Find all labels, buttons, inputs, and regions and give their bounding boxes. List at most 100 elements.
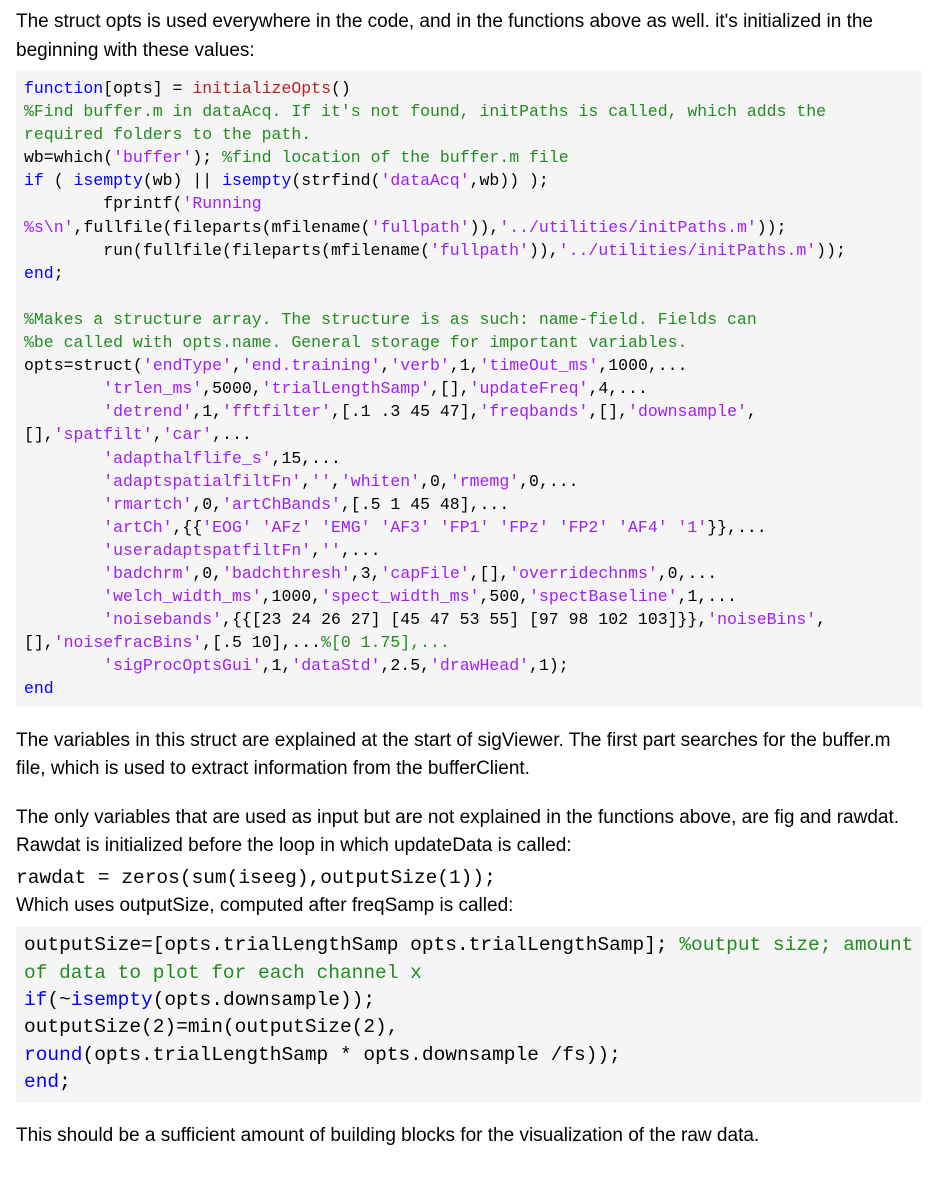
code-token: }},...	[707, 518, 766, 537]
code-token: ,0,...	[658, 564, 717, 583]
code-token: end	[24, 1071, 59, 1093]
code-token: 'rmartch'	[103, 495, 192, 514]
code-token: ,1,...	[678, 587, 737, 606]
code-token: 'updateFreq'	[470, 379, 589, 398]
code-token: isempty	[222, 171, 291, 190]
code-token: run(fullfile(fileparts(mfilename(	[24, 241, 430, 260]
code-token: ,0,...	[519, 472, 578, 491]
code-token: ));	[816, 241, 846, 260]
code-token: ,0,	[192, 564, 222, 583]
code-token: ,fullfile(fileparts(mfilename(	[74, 218, 371, 237]
code-token: '../utilities/initPaths.m'	[559, 241, 816, 260]
code-token: 'verb'	[390, 356, 449, 375]
code-token: 'detrend'	[103, 402, 192, 421]
code-token	[24, 472, 103, 491]
code-token: opts=struct(	[24, 356, 143, 375]
code-token: 'noisebands'	[103, 610, 222, 629]
code-token: 'spect_width_ms'	[321, 587, 479, 606]
code-token: ,2.5,	[381, 656, 431, 675]
code-token: ,3,	[351, 564, 381, 583]
code-token: (wb) ||	[143, 171, 222, 190]
code-comment: %Makes a structure array. The structure …	[24, 310, 757, 329]
code-token: 'capFile'	[381, 564, 470, 583]
code-token: '../utilities/initPaths.m'	[499, 218, 756, 237]
code-token: (~	[47, 989, 70, 1011]
code-token	[24, 449, 103, 468]
code-token: ,[],	[588, 402, 628, 421]
code-token: 'spatfilt'	[54, 425, 153, 444]
code-token: outputSize=[opts.trialLengthSamp opts.tr…	[24, 934, 679, 956]
code-token: ,4,...	[588, 379, 647, 398]
code-block-outputsize: outputSize=[opts.trialLengthSamp opts.tr…	[16, 926, 922, 1102]
code-token: ,1000,	[262, 587, 321, 606]
code-token: (opts.trialLengthSamp * opts.downsample …	[83, 1044, 621, 1066]
code-token: 'fullpath'	[430, 241, 529, 260]
code-token: (	[44, 171, 74, 190]
code-token: function	[24, 79, 103, 98]
code-token: 'dataStd'	[291, 656, 380, 675]
code-comment: %find location of the buffer.m file	[222, 148, 569, 167]
code-token: ));	[757, 218, 787, 237]
code-token: ,0,	[420, 472, 450, 491]
code-token: ,[.5 10],...	[202, 633, 321, 652]
code-token: ,{{[23 24 26 27] [45 47 53 55] [97 98 10…	[222, 610, 707, 629]
code-token: ,1);	[529, 656, 569, 675]
code-token: end	[24, 679, 54, 698]
code-token: )),	[529, 241, 559, 260]
code-token: 'adapthalflife_s'	[103, 449, 271, 468]
code-token: 'end.training'	[242, 356, 381, 375]
code-token: 'fullpath'	[371, 218, 470, 237]
code-token: round	[24, 1044, 83, 1066]
code-token: ''	[321, 541, 341, 560]
code-token: ,	[380, 356, 390, 375]
code-token: isempty	[74, 171, 143, 190]
code-token: ,[.1 .3 45 47],	[331, 402, 480, 421]
code-token: ,1,	[450, 356, 480, 375]
code-token	[24, 379, 103, 398]
code-token	[24, 402, 103, 421]
code-token: ,0,	[192, 495, 222, 514]
code-token: ,	[311, 541, 321, 560]
code-token	[24, 656, 103, 675]
code-token	[24, 610, 103, 629]
code-token: 'artCh'	[103, 518, 172, 537]
code-token: ''	[311, 472, 331, 491]
code-comment: %be called with opts.name. General stora…	[24, 333, 687, 352]
code-token: 'overridechnms'	[509, 564, 658, 583]
code-token: ,[.5 1 45 48],...	[341, 495, 509, 514]
code-token: 'endType'	[143, 356, 232, 375]
code-token: [opts] =	[103, 79, 192, 98]
code-token: 'drawHead'	[430, 656, 529, 675]
code-token: 'trialLengthSamp'	[262, 379, 430, 398]
code-token: 'noiseBins'	[707, 610, 816, 629]
code-token: 'whiten'	[341, 472, 420, 491]
code-token	[24, 518, 103, 537]
code-token: ,[],	[470, 564, 510, 583]
code-token: ,1000,...	[598, 356, 687, 375]
code-token: ,wb)) );	[470, 171, 549, 190]
code-token: (strfind(	[291, 171, 380, 190]
code-token: 'sigProcOptsGui'	[103, 656, 261, 675]
code-token: 'adaptspatialfiltFn'	[103, 472, 301, 491]
code-token: 'downsample'	[628, 402, 747, 421]
closing-paragraph: This should be a sufficient amount of bu…	[16, 1122, 922, 1151]
code-token: 'dataAcq'	[381, 171, 470, 190]
code-token	[24, 564, 103, 583]
code-token: ,	[232, 356, 242, 375]
code-token	[24, 541, 103, 560]
code-token: if	[24, 989, 47, 1011]
code-token: end	[24, 264, 54, 283]
code-token: if	[24, 171, 44, 190]
code-token: (opts.downsample));	[153, 989, 375, 1011]
code-token: initializeOpts	[192, 79, 331, 98]
code-token: ,	[153, 425, 163, 444]
code-token: ;	[54, 264, 64, 283]
code-token: 'useradaptspatfiltFn'	[103, 541, 311, 560]
intro-paragraph: The struct opts is used everywhere in th…	[16, 8, 922, 65]
code-token: 'EOG' 'AFz' 'EMG' 'AF3' 'FP1' 'FPz' 'FP2…	[202, 518, 707, 537]
code-token: ,500,	[480, 587, 530, 606]
code-token: 'spectBaseline'	[529, 587, 678, 606]
body-paragraph: The variables in this struct are explain…	[16, 727, 922, 784]
code-token: 'buffer'	[113, 148, 192, 167]
code-token: fprintf(	[24, 194, 182, 213]
